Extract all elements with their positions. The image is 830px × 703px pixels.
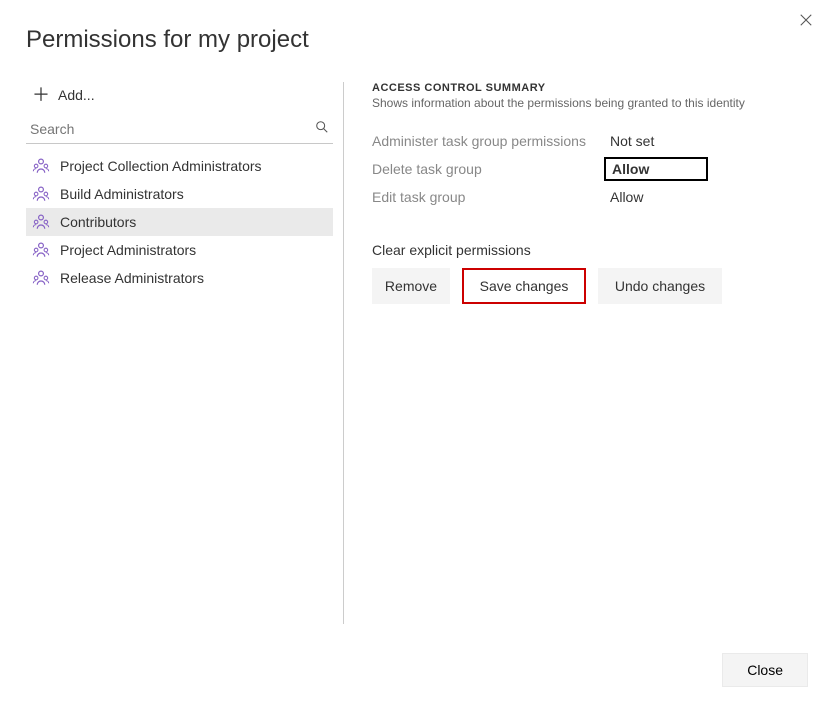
- permission-row: Delete task groupAllow: [372, 154, 804, 184]
- permission-value[interactable]: Allow: [604, 157, 708, 181]
- permission-row: Administer task group permissionsNot set: [372, 128, 804, 154]
- group-icon: [32, 185, 50, 203]
- identity-list-item[interactable]: Build Administrators: [26, 180, 333, 208]
- clear-explicit-permissions[interactable]: Clear explicit permissions: [372, 242, 804, 258]
- action-button-row: Remove Save changes Undo changes: [372, 268, 804, 304]
- permission-row: Edit task groupAllow: [372, 184, 804, 210]
- dialog-footer: Close: [722, 653, 808, 687]
- permission-value[interactable]: Not set: [604, 131, 660, 151]
- permission-label: Administer task group permissions: [372, 133, 604, 149]
- group-icon: [32, 241, 50, 259]
- identity-list-item[interactable]: Release Administrators: [26, 264, 333, 292]
- identity-list-item-label: Project Administrators: [60, 242, 196, 258]
- identity-pane: ＋ Add... Project Collection Administrato…: [26, 82, 344, 624]
- dialog-close-icon[interactable]: [796, 10, 816, 30]
- identity-list-item-label: Project Collection Administrators: [60, 158, 262, 174]
- identity-list-item[interactable]: Project Collection Administrators: [26, 152, 333, 180]
- permission-value[interactable]: Allow: [604, 187, 649, 207]
- identity-list: Project Collection Administrators Build A…: [26, 152, 333, 292]
- plus-icon: ＋: [32, 86, 50, 104]
- identity-list-item[interactable]: Project Administrators: [26, 236, 333, 264]
- dialog-title: Permissions for my project: [0, 0, 830, 54]
- save-changes-button[interactable]: Save changes: [462, 268, 586, 304]
- permission-pane: ACCESS CONTROL SUMMARY Shows information…: [344, 82, 804, 624]
- group-icon: [32, 269, 50, 287]
- add-identity-label: Add...: [58, 87, 95, 103]
- permission-table: Administer task group permissionsNot set…: [372, 128, 804, 210]
- dialog-content: ＋ Add... Project Collection Administrato…: [0, 54, 830, 624]
- add-identity-button[interactable]: ＋ Add...: [26, 82, 333, 116]
- close-button[interactable]: Close: [722, 653, 808, 687]
- identity-list-item-label: Build Administrators: [60, 186, 184, 202]
- acs-heading: ACCESS CONTROL SUMMARY: [372, 82, 804, 94]
- identity-list-item-label: Release Administrators: [60, 270, 204, 286]
- identity-list-item-label: Contributors: [60, 214, 136, 230]
- acs-subtitle: Shows information about the permissions …: [372, 96, 804, 110]
- undo-changes-button[interactable]: Undo changes: [598, 268, 722, 304]
- group-icon: [32, 213, 50, 231]
- permission-label: Delete task group: [372, 161, 604, 177]
- remove-button[interactable]: Remove: [372, 268, 450, 304]
- search-input[interactable]: [30, 121, 315, 137]
- group-icon: [32, 157, 50, 175]
- identity-list-item[interactable]: Contributors: [26, 208, 333, 236]
- search-icon[interactable]: [315, 120, 329, 137]
- search-row: [26, 116, 333, 144]
- permission-label: Edit task group: [372, 189, 604, 205]
